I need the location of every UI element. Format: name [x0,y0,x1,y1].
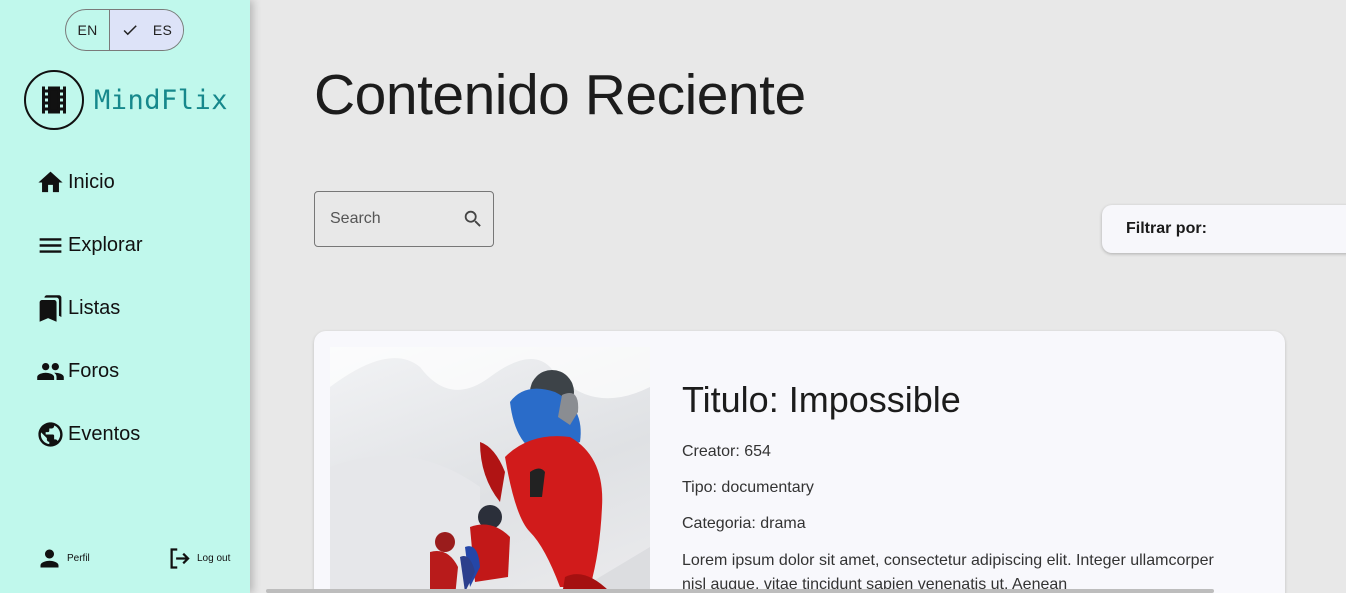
sidebar-item-label: Eventos [68,422,141,445]
content-category: Categoria: drama [682,515,806,532]
content-thumbnail[interactable] [330,347,650,593]
globe-icon [38,421,63,447]
sidebar-item-inicio[interactable]: Inicio [36,165,142,199]
sidebar-nav: Inicio Explorar Listas Foros Eventos [36,165,142,480]
sidebar-item-listas[interactable]: Listas [36,291,142,325]
bookmarks-icon [39,294,62,322]
horizontal-scrollbar[interactable] [266,589,1214,593]
language-es-label: ES [152,22,173,38]
people-icon [37,362,64,380]
sidebar-item-label: Listas [68,296,121,319]
language-en-label: EN [77,22,98,38]
film-icon-circle [24,70,84,130]
search-input[interactable] [330,210,450,228]
mountaineer-image [330,347,650,593]
check-icon [123,25,137,36]
sidebar-item-explorar[interactable]: Explorar [36,228,142,262]
sidebar-item-eventos[interactable]: Eventos [36,417,142,451]
content-creator: Creator: 654 [682,443,771,460]
brand-name: MindFlix [94,84,229,116]
brand-logo[interactable]: MindFlix [24,70,228,130]
content-title: Titulo: Impossible [682,379,961,420]
logout-icon [170,548,190,569]
language-en-button[interactable]: EN [66,10,109,50]
profile-button[interactable]: Perfil [36,545,90,572]
sidebar-item-label: Inicio [68,170,115,193]
content-type: Tipo: documentary [682,479,814,496]
search-field[interactable] [314,191,494,247]
sidebar-item-label: Foros [68,359,120,382]
page-title: Contenido Reciente [314,63,806,127]
language-es-button[interactable]: ES [108,10,183,50]
profile-label: Perfil [67,553,90,564]
language-toggle: EN ES [65,9,184,51]
person-icon [40,549,59,568]
film-icon [42,86,66,114]
search-icon[interactable] [462,208,484,230]
menu-icon [39,237,62,253]
home-icon [38,171,63,192]
logout-label: Log out [197,553,231,564]
sidebar: EN ES MindFlix Inicio Explorar Listas Fo… [0,0,250,593]
sidebar-item-label: Explorar [68,233,143,256]
filter-bar[interactable]: Filtrar por: [1102,205,1346,253]
content-description: Lorem ipsum dolor sit amet, consectetur … [682,552,1214,593]
content-card[interactable]: Titulo: Impossible Creator: 654 Tipo: do… [314,331,1285,593]
sidebar-item-foros[interactable]: Foros [36,354,142,388]
filter-label: Filtrar por: [1126,220,1207,237]
logout-button[interactable]: Log out [166,545,230,572]
